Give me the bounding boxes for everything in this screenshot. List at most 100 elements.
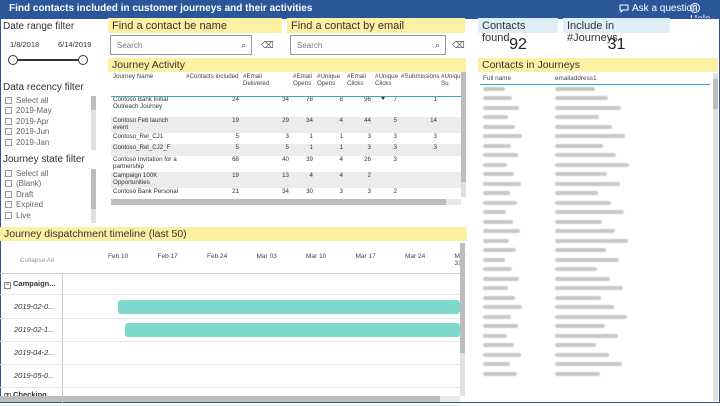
table-row[interactable] xyxy=(480,151,710,161)
state-item[interactable]: Expired xyxy=(0,200,96,211)
table-row[interactable] xyxy=(480,227,710,237)
table-row[interactable]: Contoso Invitation for a partnership 68 40… xyxy=(111,156,461,172)
column-header[interactable]: #Submissions xyxy=(399,72,440,96)
date-range-start[interactable]: 1/8/2018 xyxy=(10,40,39,49)
table-row[interactable] xyxy=(480,217,710,227)
scroll-thumb[interactable] xyxy=(461,72,466,182)
column-header[interactable]: Journey Name xyxy=(111,72,184,96)
recency-scrollbar[interactable] xyxy=(91,96,96,150)
activity-vscrollbar[interactable] xyxy=(461,72,466,197)
timeline-vscrollbar[interactable] xyxy=(460,243,465,396)
column-header[interactable]: #Unique Clicks xyxy=(373,72,399,96)
table-row[interactable] xyxy=(480,369,710,379)
recency-item[interactable]: 2019-Apr xyxy=(0,116,96,127)
table-row[interactable] xyxy=(480,236,710,246)
checkbox[interactable] xyxy=(5,201,12,209)
timeline-group-label[interactable]: − Campaign... xyxy=(4,279,56,289)
table-row[interactable] xyxy=(480,322,710,332)
scroll-thumb[interactable] xyxy=(111,199,446,205)
table-row[interactable] xyxy=(480,255,710,265)
column-header[interactable]: #Email Clicks xyxy=(345,72,373,96)
table-row[interactable]: Contoso_Rel_CJ1 5 3 1 1 3 3 3 xyxy=(111,133,461,144)
scroll-thumb[interactable] xyxy=(91,169,96,209)
table-row[interactable] xyxy=(480,331,710,341)
table-row[interactable]: Contoso Bank Personal 21 34 30 3 3 2 xyxy=(111,188,461,199)
table-row[interactable] xyxy=(480,350,710,360)
scroll-thumb[interactable] xyxy=(0,396,440,402)
table-row[interactable] xyxy=(480,265,710,275)
table-row[interactable] xyxy=(480,189,710,199)
table-row[interactable] xyxy=(480,103,710,113)
date-range-slider[interactable] xyxy=(8,55,88,65)
table-row[interactable] xyxy=(480,341,710,351)
checkbox[interactable] xyxy=(5,190,12,198)
table-row[interactable] xyxy=(480,312,710,322)
checkbox[interactable] xyxy=(5,128,12,136)
table-row[interactable] xyxy=(480,113,710,123)
contacts-table: Full name emailaddress1 xyxy=(480,73,710,379)
ask-question-button[interactable]: Ask a question xyxy=(619,3,698,14)
contacts-vscrollbar[interactable] xyxy=(713,73,718,401)
column-header[interactable]: #Unique Su xyxy=(439,72,464,96)
state-scrollbar[interactable] xyxy=(91,169,96,223)
scroll-thumb[interactable] xyxy=(91,96,96,110)
state-item[interactable]: (Blank) xyxy=(0,179,96,190)
search-email-input[interactable]: Search ⌕ xyxy=(290,35,446,55)
activity-hscrollbar[interactable] xyxy=(111,199,461,205)
table-row[interactable] xyxy=(480,360,710,370)
collapse-icon[interactable]: − xyxy=(4,282,11,289)
slider-handle-start[interactable] xyxy=(8,55,18,65)
table-row[interactable] xyxy=(480,160,710,170)
scroll-thumb[interactable] xyxy=(460,243,465,353)
table-row[interactable] xyxy=(480,170,710,180)
table-row[interactable] xyxy=(480,198,710,208)
checkbox[interactable] xyxy=(5,211,12,219)
column-header[interactable]: emailaddress1 xyxy=(552,73,710,85)
table-row[interactable] xyxy=(480,179,710,189)
state-item[interactable]: Draft xyxy=(0,189,96,200)
search-name-input[interactable]: Search ⌕ xyxy=(110,35,252,55)
checkbox[interactable] xyxy=(5,180,12,188)
table-row[interactable] xyxy=(480,208,710,218)
eraser-icon[interactable]: ⌫ xyxy=(452,40,465,51)
eraser-icon[interactable]: ⌫ xyxy=(261,40,274,51)
checkbox[interactable] xyxy=(5,138,12,146)
state-item[interactable]: Live xyxy=(0,210,96,221)
table-row[interactable] xyxy=(480,303,710,313)
table-row[interactable] xyxy=(480,246,710,256)
gantt-bar[interactable] xyxy=(125,323,460,337)
redacted-name xyxy=(480,217,552,227)
date-range-end[interactable]: 6/14/2019 xyxy=(58,40,91,49)
table-row[interactable] xyxy=(480,284,710,294)
state-item[interactable]: Select all xyxy=(0,168,96,179)
table-row[interactable]: Contoso Feb launch event 19 29 34 4 44 5 14 xyxy=(111,117,461,133)
scroll-thumb[interactable] xyxy=(713,79,718,109)
recency-item[interactable]: 2019-Jan xyxy=(0,137,96,148)
recency-item[interactable]: 2019-Jun xyxy=(0,127,96,138)
gantt-bar[interactable] xyxy=(118,300,460,314)
recency-item[interactable]: Select all xyxy=(0,95,96,106)
timeline-hscrollbar[interactable] xyxy=(0,396,460,402)
table-row[interactable] xyxy=(480,84,710,94)
table-row[interactable]: Contoso Bank Initial Outreach Journey 24 3… xyxy=(111,96,461,117)
checkbox[interactable] xyxy=(5,107,12,115)
checkbox[interactable] xyxy=(5,117,12,125)
table-row[interactable] xyxy=(480,94,710,104)
column-header[interactable]: #Unique Opens xyxy=(315,72,345,96)
table-row[interactable]: Contoso_Rel_CJ2_F 5 5 1 1 3 3 3 xyxy=(111,144,461,156)
column-header[interactable]: #Email Delivered xyxy=(241,72,291,96)
checkbox[interactable] xyxy=(5,96,12,104)
column-header[interactable]: #Email Opens xyxy=(291,72,315,96)
table-row[interactable] xyxy=(480,274,710,284)
table-row[interactable]: Campaign 100K Opportunities 19 13 4 4 2 xyxy=(111,171,461,188)
recency-item[interactable]: 2019-May xyxy=(0,106,96,117)
slider-handle-end[interactable] xyxy=(78,55,88,65)
column-header[interactable]: Full name xyxy=(480,73,552,85)
table-row[interactable] xyxy=(480,132,710,142)
table-row[interactable] xyxy=(480,293,710,303)
table-row[interactable] xyxy=(480,122,710,132)
column-header[interactable]: #Contacts included xyxy=(184,72,241,96)
checkbox[interactable] xyxy=(5,169,12,177)
help-button[interactable]: ?Help xyxy=(690,3,720,25)
table-row[interactable] xyxy=(480,141,710,151)
